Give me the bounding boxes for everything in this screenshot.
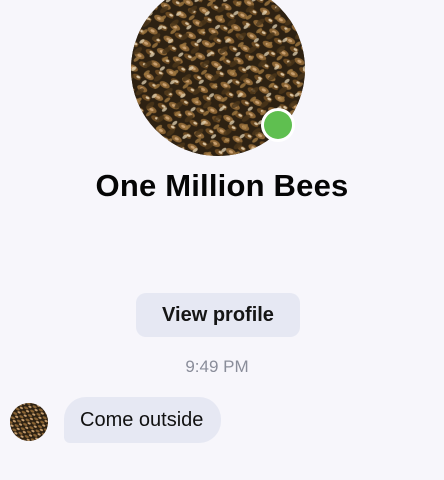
contact-avatar-group[interactable]: [131, 0, 305, 156]
online-status-dot: [264, 111, 292, 139]
message-text: Come outside: [80, 408, 204, 431]
view-profile-button[interactable]: View profile: [136, 293, 300, 337]
message-bubble[interactable]: Come outside: [64, 397, 222, 443]
bee-swarm-photo-icon: [10, 403, 48, 441]
contact-name: One Million Bees: [95, 168, 349, 203]
message-timestamp: 9:49 PM: [185, 357, 249, 376]
sender-avatar[interactable]: [10, 403, 48, 441]
message-row: Come outside: [10, 397, 222, 443]
chat-screen: One Million Bees View profile 9:49 PM Co…: [0, 0, 444, 480]
online-status-icon: [261, 108, 295, 142]
